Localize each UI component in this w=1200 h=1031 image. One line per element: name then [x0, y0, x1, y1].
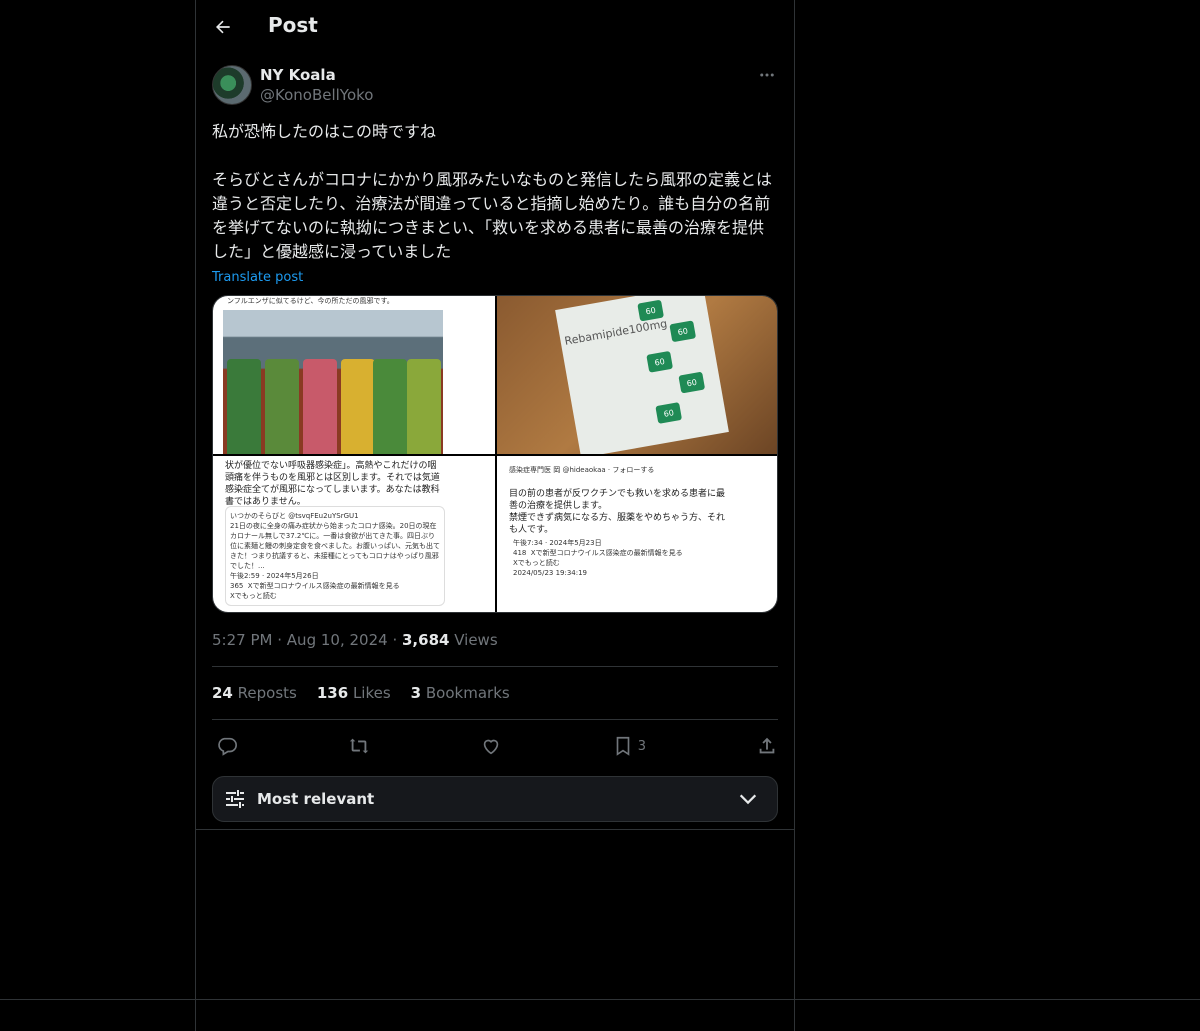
- bottom-divider: [0, 999, 1200, 1000]
- media-grid: ンフルエンザに似てるけど、今の所ただの風邪です。 Rebamipide100mg…: [212, 295, 778, 613]
- fridge-photo: [223, 310, 443, 454]
- bookmarks-label: Bookmarks: [425, 684, 510, 702]
- divider: [212, 666, 778, 667]
- bottle: [265, 359, 299, 454]
- media-image-1[interactable]: ンフルエンザに似てるけど、今の所ただの風邪です。: [213, 296, 495, 454]
- pill: 60: [669, 320, 697, 343]
- tweet-text: 私が恐怖したのはこの時ですね そらびとさんがコロナにかかり風邪みたいなものと発信…: [212, 122, 773, 261]
- action-bar: 3: [212, 734, 778, 758]
- embedded-author: 感染症専門医 岡 @hideaokaa · フォローする: [509, 466, 655, 474]
- media-image-4[interactable]: 感染症専門医 岡 @hideaokaa · フォローする 目の前の患者が反ワクチ…: [497, 456, 777, 612]
- views-label: Views: [454, 631, 498, 649]
- views-count: 3,684: [402, 631, 450, 649]
- reply-icon: [218, 737, 237, 756]
- main-column: Post NY Koala @KonoBellYoko 私が恐怖したのはこの時で…: [195, 0, 795, 1031]
- bottle: [227, 359, 261, 454]
- author-handle[interactable]: @KonoBellYoko: [260, 85, 373, 105]
- tweet: NY Koala @KonoBellYoko 私が恐怖したのはこの時ですね そら…: [212, 64, 778, 822]
- sort-replies-dropdown[interactable]: Most relevant: [212, 776, 778, 822]
- bottle: [407, 359, 441, 454]
- bookmarks-count: 3: [410, 684, 422, 702]
- post-time[interactable]: 5:27 PM: [212, 631, 272, 649]
- medicine-label: Rebamipide100mg: [563, 317, 669, 348]
- post-date[interactable]: Aug 10, 2024: [287, 631, 388, 649]
- sort-label: Most relevant: [257, 790, 375, 808]
- like-icon: [483, 739, 499, 755]
- sliders-icon: [226, 790, 244, 808]
- translate-post-link[interactable]: Translate post: [212, 270, 303, 285]
- repost-icon: [349, 738, 369, 754]
- engagement-stats: 24 Reposts 136 Likes 3 Bookmarks: [212, 684, 510, 702]
- meta-separator: ·: [277, 631, 283, 649]
- embedded-tweet-card: いつかのそらびと @tsvqFEu2uYSrGU1 21日の夜に全身の痛み症状か…: [225, 506, 445, 606]
- page-title: Post: [268, 13, 318, 37]
- divider: [212, 719, 778, 720]
- reply-button[interactable]: [216, 735, 238, 757]
- more-icon: [760, 73, 774, 77]
- reposts-count: 24: [212, 684, 233, 702]
- media-image-2[interactable]: Rebamipide100mg 60 60 60 60 60: [497, 296, 777, 454]
- pill: 60: [646, 350, 674, 373]
- likes-label: Likes: [352, 684, 391, 702]
- like-button[interactable]: [480, 735, 502, 757]
- medicine-pack: Rebamipide100mg 60 60 60 60 60: [555, 296, 729, 454]
- more-button[interactable]: [756, 64, 778, 86]
- repost-button[interactable]: [348, 735, 370, 757]
- bottle: [341, 359, 375, 454]
- avatar[interactable]: [212, 65, 252, 105]
- pill: 60: [655, 402, 683, 424]
- reposts-label: Reposts: [237, 684, 297, 702]
- author-row: NY Koala @KonoBellYoko: [212, 64, 778, 106]
- bookmarks-stat[interactable]: 3 Bookmarks: [411, 684, 510, 702]
- bookmark-button[interactable]: 3: [612, 735, 646, 757]
- author-name[interactable]: NY Koala: [260, 65, 373, 85]
- bookmark-icon: [616, 736, 630, 756]
- reposts-stat[interactable]: 24 Reposts: [212, 684, 297, 702]
- author-names: NY Koala @KonoBellYoko: [260, 65, 373, 105]
- chevron-down-icon: [739, 794, 757, 805]
- share-button[interactable]: [756, 735, 778, 757]
- image-caption: ンフルエンザに似てるけど、今の所ただの風邪です。: [227, 297, 394, 305]
- embedded-tweet-footer: 午後7:34 · 2024年5月23日 418 Xで新型コロナウイルス感染症の最…: [513, 539, 683, 577]
- likes-stat[interactable]: 136 Likes: [317, 684, 391, 702]
- share-icon: [759, 737, 775, 754]
- likes-count: 136: [316, 684, 349, 702]
- bookmark-count: 3: [637, 738, 647, 754]
- image-text: 目の前の患者が反ワクチンでも救いを求める患者に最善の治療を提供します。 禁煙でき…: [509, 489, 726, 535]
- media-image-3[interactable]: 状が優位でない呼吸器感染症」。高熱やこれだけの咽頭痛を伴うものを風邪とは区別しま…: [213, 456, 495, 612]
- pill: 60: [678, 371, 706, 394]
- bottle: [373, 359, 407, 454]
- bottle: [303, 359, 337, 454]
- header: Post: [196, 0, 794, 53]
- back-button[interactable]: [210, 14, 236, 40]
- post-meta: 5:27 PM · Aug 10, 2024 · 3,684 Views: [212, 631, 498, 649]
- meta-separator: ·: [392, 631, 398, 649]
- back-arrow-icon: [216, 20, 230, 34]
- image-text: 状が優位でない呼吸器感染症」。高熱やこれだけの咽頭痛を伴うものを風邪とは区別しま…: [225, 461, 440, 507]
- divider: [196, 829, 794, 830]
